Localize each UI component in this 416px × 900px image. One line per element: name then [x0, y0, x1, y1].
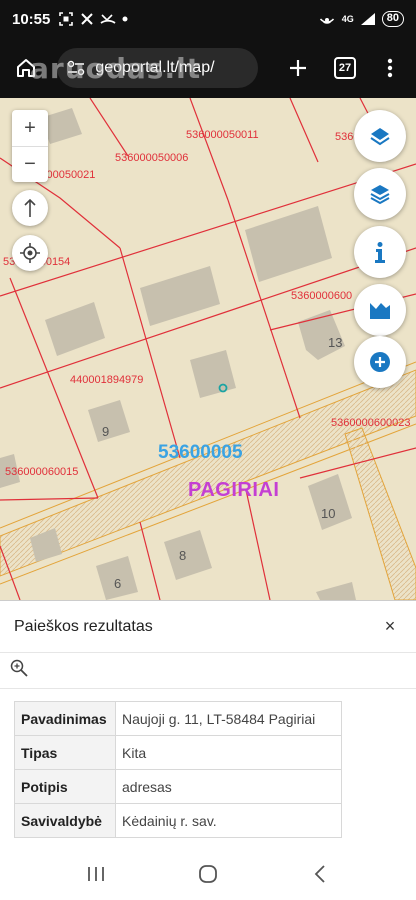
building: [45, 302, 105, 356]
home-circle-icon: [199, 865, 217, 883]
basemap-button[interactable]: [354, 110, 406, 162]
zoom-control: + −: [12, 110, 48, 182]
site-settings-icon: [68, 60, 85, 76]
network-type: 4G: [341, 13, 354, 24]
battery-indicator: 80: [381, 11, 404, 27]
status-bar: 10:55 4G 80: [0, 0, 416, 38]
table-row: Potipis adresas: [14, 769, 342, 804]
row-key: Savivaldybė: [14, 803, 116, 838]
row-key: Potipis: [14, 769, 116, 804]
plus-icon: [289, 60, 306, 76]
parcel-label: 536000050011: [186, 129, 259, 141]
building: [164, 530, 212, 580]
map-view[interactable]: 536000050011 536000050006 5360000600 536…: [0, 98, 416, 600]
row-key: Tipas: [14, 735, 116, 770]
house-number: 8: [179, 548, 187, 563]
building: [245, 206, 332, 282]
building: [190, 350, 236, 398]
tab-count: 27: [333, 57, 356, 79]
crosshair-icon: [20, 243, 40, 263]
status-time: 10:55: [12, 10, 51, 28]
parcel-label: 536000060015: [5, 466, 79, 478]
area-chart-icon: [370, 303, 390, 319]
parcel-label: 440001894979: [70, 374, 144, 386]
browser-menu-button[interactable]: [373, 50, 408, 86]
row-value: Kėdainių r. sav.: [115, 803, 342, 838]
back-button[interactable]: [300, 854, 340, 894]
profile-chart-button[interactable]: [354, 284, 406, 336]
north-arrow-button[interactable]: [12, 190, 48, 226]
new-tab-button[interactable]: [280, 50, 315, 86]
recent-apps-button[interactable]: [76, 854, 116, 894]
zoom-in-button[interactable]: +: [12, 110, 48, 146]
house-number: 13: [328, 335, 343, 350]
basemap-icon: [370, 128, 390, 146]
recent-apps-icon: [88, 867, 104, 881]
layers-icon: [370, 185, 390, 205]
result-table: Pavadinimas Naujoji g. 11, LT-58484 Pagi…: [14, 701, 342, 838]
status-right: 4G 80: [318, 11, 404, 27]
home-button[interactable]: [8, 50, 43, 86]
system-nav-bar: [0, 848, 416, 900]
row-value: adresas: [115, 769, 342, 804]
row-key: Pavadinimas: [14, 701, 116, 736]
zoom-out-button[interactable]: −: [12, 146, 48, 182]
parcel-label: 5360000600023: [331, 417, 411, 429]
screenshot-icon: [59, 12, 74, 26]
parcel-label: 5360000600: [291, 290, 353, 302]
missed-call-icon: [100, 14, 116, 24]
row-value: Kita: [115, 735, 342, 770]
house-number: 9: [102, 424, 110, 439]
url-text: geoportal.lt/map/: [95, 59, 215, 76]
hotspot-icon: [319, 18, 334, 24]
dot-icon: [122, 16, 128, 22]
place-name-label: PAGIRIAI: [188, 479, 280, 501]
layers-button[interactable]: [354, 168, 406, 220]
close-button[interactable]: ×: [378, 615, 402, 639]
table-row: Tipas Kita: [14, 735, 342, 770]
building: [140, 266, 220, 326]
home-nav-button[interactable]: [188, 854, 228, 894]
info-icon: [375, 242, 385, 263]
zoom-to-button[interactable]: [10, 659, 28, 682]
more-vert-icon: [388, 58, 393, 78]
house-number: 6: [114, 576, 122, 591]
add-button[interactable]: [354, 336, 406, 388]
arrow-up-icon: [24, 198, 36, 217]
tab-switcher-button[interactable]: 27: [327, 50, 362, 86]
back-chevron-icon: [314, 865, 325, 883]
cadastral-block-label: 53600005: [158, 442, 243, 463]
signal-icon: [360, 13, 375, 25]
x-icon: [81, 13, 94, 25]
browser-toolbar: geoportal.lt/map/ 27 aruodas.lt: [0, 38, 416, 98]
panel-header: Paieškos rezultatas ×: [0, 601, 416, 653]
locate-me-button[interactable]: [12, 235, 48, 271]
notification-icons: [58, 11, 128, 27]
zoom-in-magnifier-icon: [10, 659, 28, 677]
search-results-panel: Paieškos rezultatas × Pavadinimas Naujoj…: [0, 600, 416, 848]
panel-title: Paieškos rezultatas: [14, 617, 153, 635]
building: [308, 474, 352, 530]
zoom-to-row: [0, 653, 416, 689]
side-road: [344, 427, 416, 600]
building: [316, 582, 356, 600]
info-button[interactable]: [354, 226, 406, 278]
house-number: 10: [321, 506, 336, 521]
table-row: Pavadinimas Naujoji g. 11, LT-58484 Pagi…: [14, 701, 342, 736]
parcel-label: 536000050006: [115, 152, 189, 164]
home-icon: [16, 59, 35, 77]
add-circle-icon: [370, 352, 390, 372]
address-bar[interactable]: geoportal.lt/map/: [57, 48, 258, 88]
table-row: Savivaldybė Kėdainių r. sav.: [14, 803, 342, 838]
row-value: Naujoji g. 11, LT-58484 Pagiriai: [115, 701, 342, 736]
